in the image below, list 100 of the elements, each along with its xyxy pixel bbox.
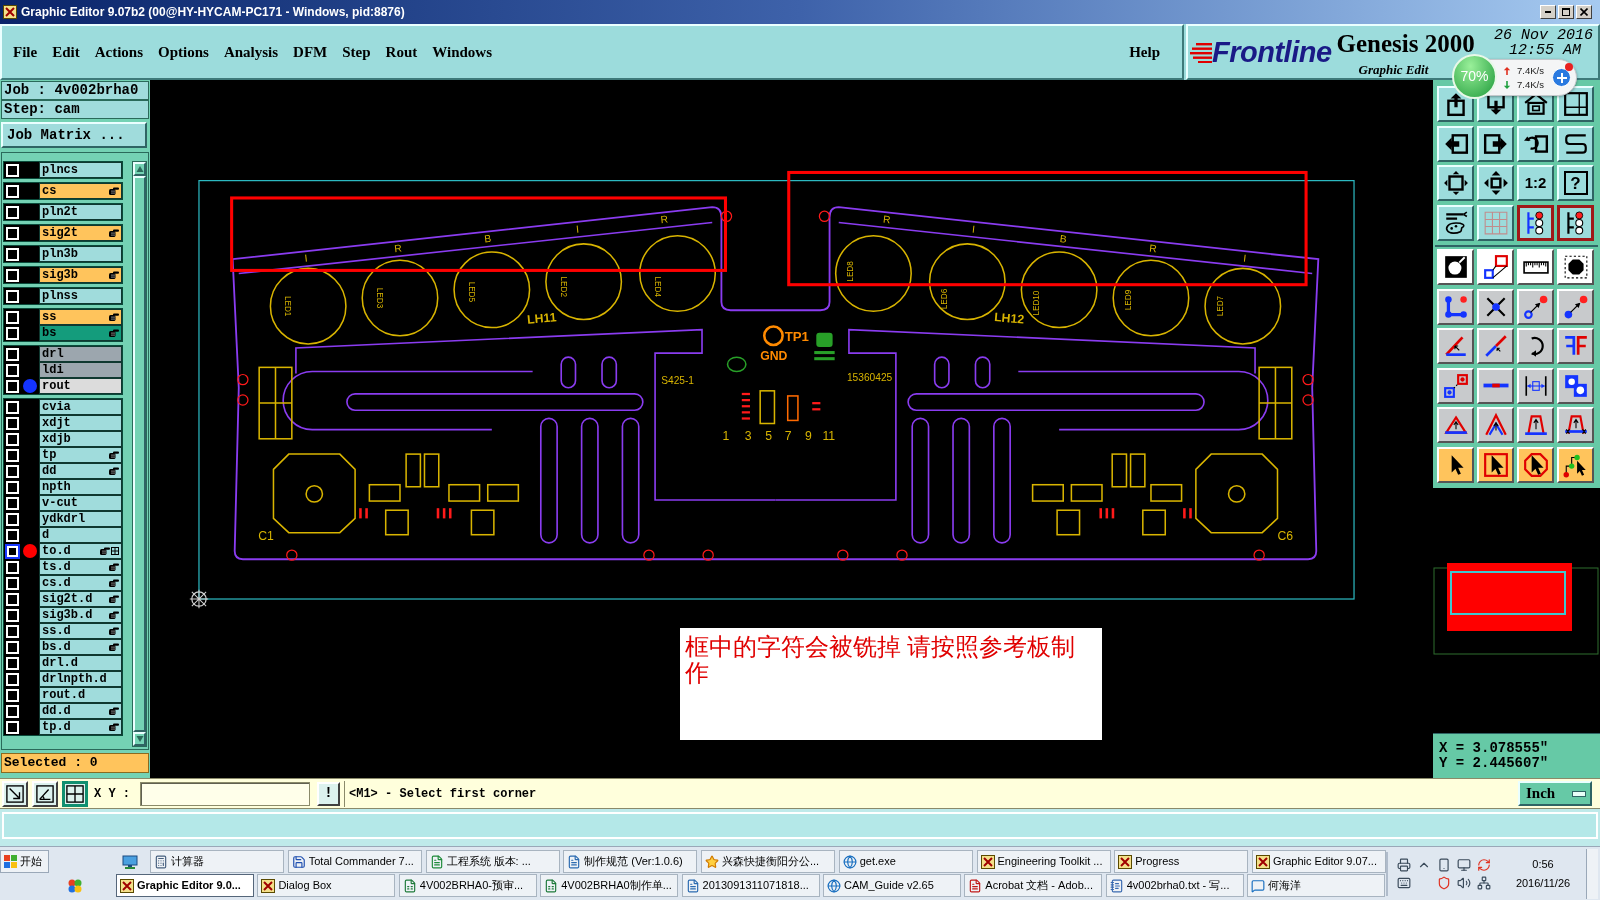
taskbar-button[interactable]: Acrobat 文档 - Adob... [964,874,1103,897]
layer-name[interactable]: ydkdrl [39,511,122,527]
tool-button[interactable] [1557,367,1594,404]
layer-name[interactable]: drl.d [39,655,122,671]
taskbar-button[interactable]: get.exe [838,850,973,873]
layer-checkbox[interactable] [6,624,19,638]
tool-button[interactable] [1437,407,1474,443]
tool-button[interactable] [1517,367,1554,404]
layer-name[interactable]: cvia [39,399,122,415]
mode-button[interactable] [62,780,88,807]
menu-item[interactable]: Options [152,40,215,64]
taskbar-button[interactable]: 兴森快捷衡阳分公... [701,850,835,873]
layer-name[interactable]: drlnpth.d [39,671,122,687]
scroll-down-button[interactable] [133,732,146,746]
minimize-button[interactable] [1540,5,1556,19]
layer-name[interactable]: drl [39,346,122,362]
layer-name[interactable]: v-cut [39,495,122,511]
tool-button[interactable] [1437,446,1474,483]
layer-view-button[interactable] [1517,204,1554,241]
layer-checkbox[interactable] [6,560,19,574]
layer-name[interactable]: dd [39,463,122,479]
close-button[interactable] [1576,5,1592,19]
layer-checkbox[interactable] [6,688,19,702]
tool-button[interactable] [1437,125,1474,162]
tool-button[interactable] [1437,328,1474,364]
tool-button[interactable] [1557,407,1594,443]
layer-name[interactable]: npth [39,479,122,495]
tool-button[interactable] [1557,249,1594,285]
menu-item[interactable]: Step [336,40,377,64]
layer-name[interactable]: cs [39,183,122,199]
taskbar-button[interactable]: Dialog Box [257,874,396,897]
taskbar-button[interactable]: 工程系统 版本: ... [425,850,560,873]
menu-item[interactable]: File [7,40,44,64]
scrollbar-thumb[interactable] [133,176,146,732]
menu-item[interactable]: DFM [287,40,334,64]
xy-input-field[interactable] [140,781,310,806]
taskbar-button[interactable]: 计算器 [150,850,284,873]
layer-checkbox[interactable] [6,528,19,542]
keyboard-icon[interactable] [1397,875,1411,890]
menu-item[interactable]: Analysis [217,40,285,64]
menu-item[interactable]: Rout [379,40,424,64]
layer-checkbox[interactable] [6,268,19,282]
layer-name[interactable]: dd.d [39,703,122,719]
layer-name[interactable]: tp.d [39,719,122,735]
units-dropdown[interactable]: Inch [1518,781,1592,806]
layer-checkbox[interactable] [6,592,19,606]
layer-checkbox[interactable] [6,608,19,622]
layer-name[interactable]: rout [39,378,122,394]
tool-button[interactable] [1517,288,1554,325]
layer-view-button[interactable] [1557,204,1594,241]
job-matrix-button[interactable]: Job Matrix ... [1,122,147,148]
layer-checkbox[interactable] [6,289,19,303]
shield-icon[interactable] [1437,875,1451,890]
layer-name[interactable]: pln3b [39,246,122,262]
layer-checkbox[interactable] [6,416,19,430]
layer-name[interactable]: bs [39,325,122,341]
taskbar-button[interactable]: Total Commander 7... [287,850,422,873]
tool-button[interactable] [1477,288,1514,325]
layer-checkbox[interactable] [6,247,19,261]
taskbar-button[interactable]: Graphic Editor 9.07... [1252,850,1386,873]
layer-checkbox[interactable] [6,400,19,414]
layer-checkbox[interactable] [6,576,19,590]
taskbar-button[interactable]: Graphic Editor 9.0... [116,874,254,897]
taskbar-button[interactable]: 何海洋 [1247,874,1386,897]
tool-button[interactable] [1477,367,1514,404]
taskbar-button[interactable]: CAM_Guide v2.65 [822,874,961,897]
phone-icon[interactable] [1437,857,1451,872]
layer-name[interactable]: rout.d [39,687,122,703]
layer-name[interactable]: tp [39,447,122,463]
tool-button[interactable] [1437,204,1474,241]
zoom-ratio-button[interactable]: 1:2 [1517,165,1554,201]
layer-checkbox[interactable] [6,480,19,494]
layer-name[interactable]: d [39,527,122,543]
tool-button[interactable] [1517,446,1554,483]
layer-checkbox[interactable] [6,310,19,324]
layer-name[interactable]: to.d [39,543,122,559]
speaker-icon[interactable] [1457,875,1471,890]
tool-button[interactable] [1477,328,1514,364]
monitor-icon[interactable] [1457,857,1471,872]
tool-button[interactable] [1437,165,1474,201]
tool-button[interactable] [1477,407,1514,443]
taskbar-button[interactable]: 制作规范 (Ver:1.0.6) [563,850,698,873]
taskbar-button[interactable]: 4V002BRHA0制作单... [540,874,679,897]
network-icon[interactable] [1477,875,1491,890]
layer-name[interactable]: sig3b.d [39,607,122,623]
layer-name[interactable]: cs.d [39,575,122,591]
tool-button[interactable] [1437,367,1474,404]
scroll-up-button[interactable] [133,162,146,176]
start-button[interactable]: 开始 [0,850,49,873]
tool-button[interactable] [1477,249,1514,285]
tool-button[interactable] [1437,288,1474,325]
menu-item[interactable]: Actions [88,40,149,64]
layer-checkbox[interactable] [6,347,19,361]
layer-checkbox[interactable] [6,163,19,177]
run-button[interactable]: ! [317,781,340,806]
layer-name[interactable]: ldi [39,362,122,378]
tool-button[interactable] [1557,328,1594,364]
layer-name[interactable]: plncs [39,162,122,178]
tool-button[interactable] [1557,125,1594,162]
tool-button[interactable] [1437,249,1474,285]
